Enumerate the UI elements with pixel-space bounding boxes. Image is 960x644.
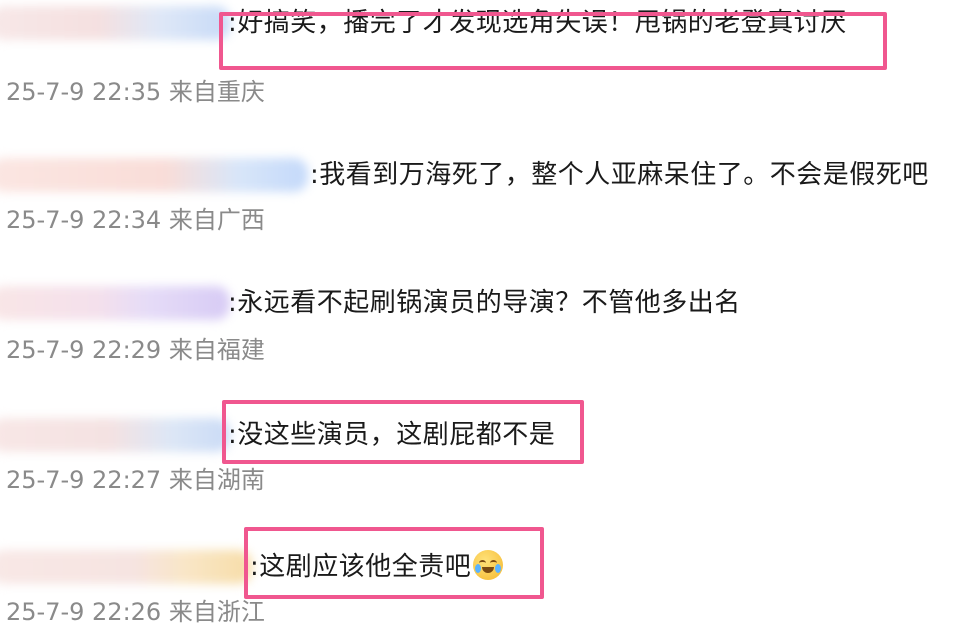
blurred-username[interactable] bbox=[0, 158, 308, 192]
comment-meta: 25-7-9 22:29 来自福建 bbox=[6, 336, 265, 364]
comment-row: :永远看不起刷锅演员的导演？不管他多出名 bbox=[0, 280, 960, 326]
comment-row: :我看到万海死了，整个人亚麻呆住了。不会是假死吧 bbox=[0, 152, 960, 198]
comment-meta: 25-7-9 22:34 来自广西 bbox=[6, 206, 265, 234]
comment-text: :永远看不起刷锅演员的导演？不管他多出名 bbox=[228, 288, 741, 318]
comment-meta: 25-7-9 22:26 来自浙江 bbox=[6, 598, 265, 626]
comment-item: :我看到万海死了，整个人亚麻呆住了。不会是假死吧 25-7-9 22:34 来自… bbox=[0, 152, 960, 234]
highlight-box bbox=[222, 400, 584, 464]
comment-meta: 25-7-9 22:27 来自湖南 bbox=[6, 466, 265, 494]
highlight-box bbox=[219, 12, 887, 70]
comment-item: :永远看不起刷锅演员的导演？不管他多出名 25-7-9 22:29 来自福建 bbox=[0, 280, 960, 364]
blurred-username[interactable] bbox=[0, 286, 230, 320]
highlight-box bbox=[244, 527, 544, 599]
comment-meta: 25-7-9 22:35 来自重庆 bbox=[6, 78, 265, 106]
blurred-username[interactable] bbox=[0, 418, 230, 452]
blurred-username[interactable] bbox=[0, 550, 252, 584]
blurred-username[interactable] bbox=[0, 6, 230, 40]
comment-text: :我看到万海死了，整个人亚麻呆住了。不会是假死吧 bbox=[310, 160, 929, 190]
